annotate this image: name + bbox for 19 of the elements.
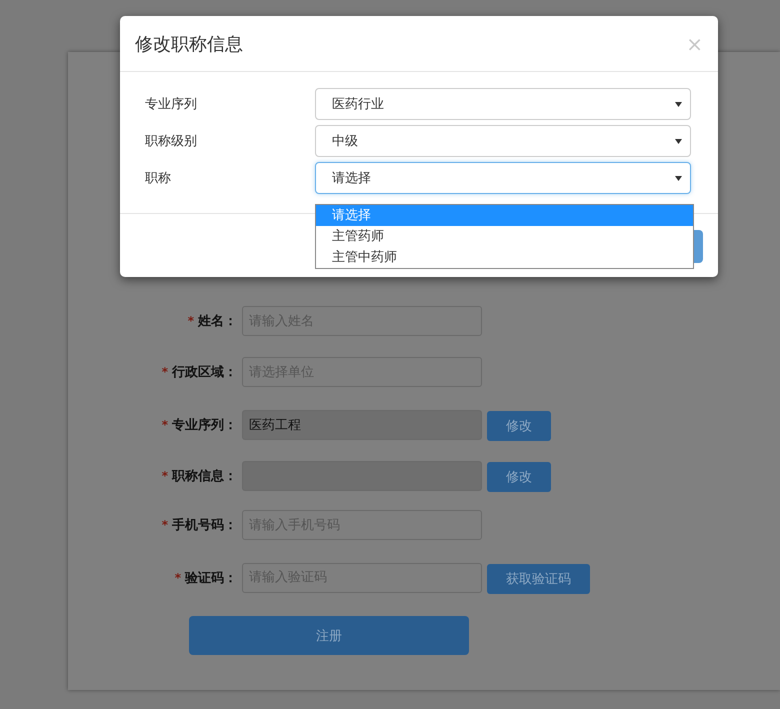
field-label: 专业序列 [145, 96, 198, 113]
field-label: 职称 [145, 170, 172, 187]
field-label: * 手机号码： [162, 516, 237, 534]
field-label: 职称级别 [145, 133, 198, 150]
dialog-title: 修改职称信息 [135, 32, 243, 56]
caret-icon [675, 102, 682, 106]
field-label: * 专业序列： [162, 416, 237, 434]
field-label: * 行政区域： [162, 364, 237, 381]
caret-icon [675, 176, 682, 180]
dropdown-option[interactable]: 请选择 [316, 205, 693, 226]
select-field[interactable]: 中级 [315, 125, 691, 157]
caret-icon [675, 138, 682, 144]
register-button[interactable]: 注册 [189, 616, 469, 655]
select-field[interactable]: 请选择 [315, 162, 691, 194]
field-label: * 职称信息： [162, 468, 237, 484]
action-button[interactable]: 获取验证码 [487, 564, 590, 594]
field-label: * 姓名： [188, 313, 237, 330]
field-label: * 验证码： [174, 570, 237, 586]
select-field[interactable]: 医药行业 [315, 88, 691, 120]
